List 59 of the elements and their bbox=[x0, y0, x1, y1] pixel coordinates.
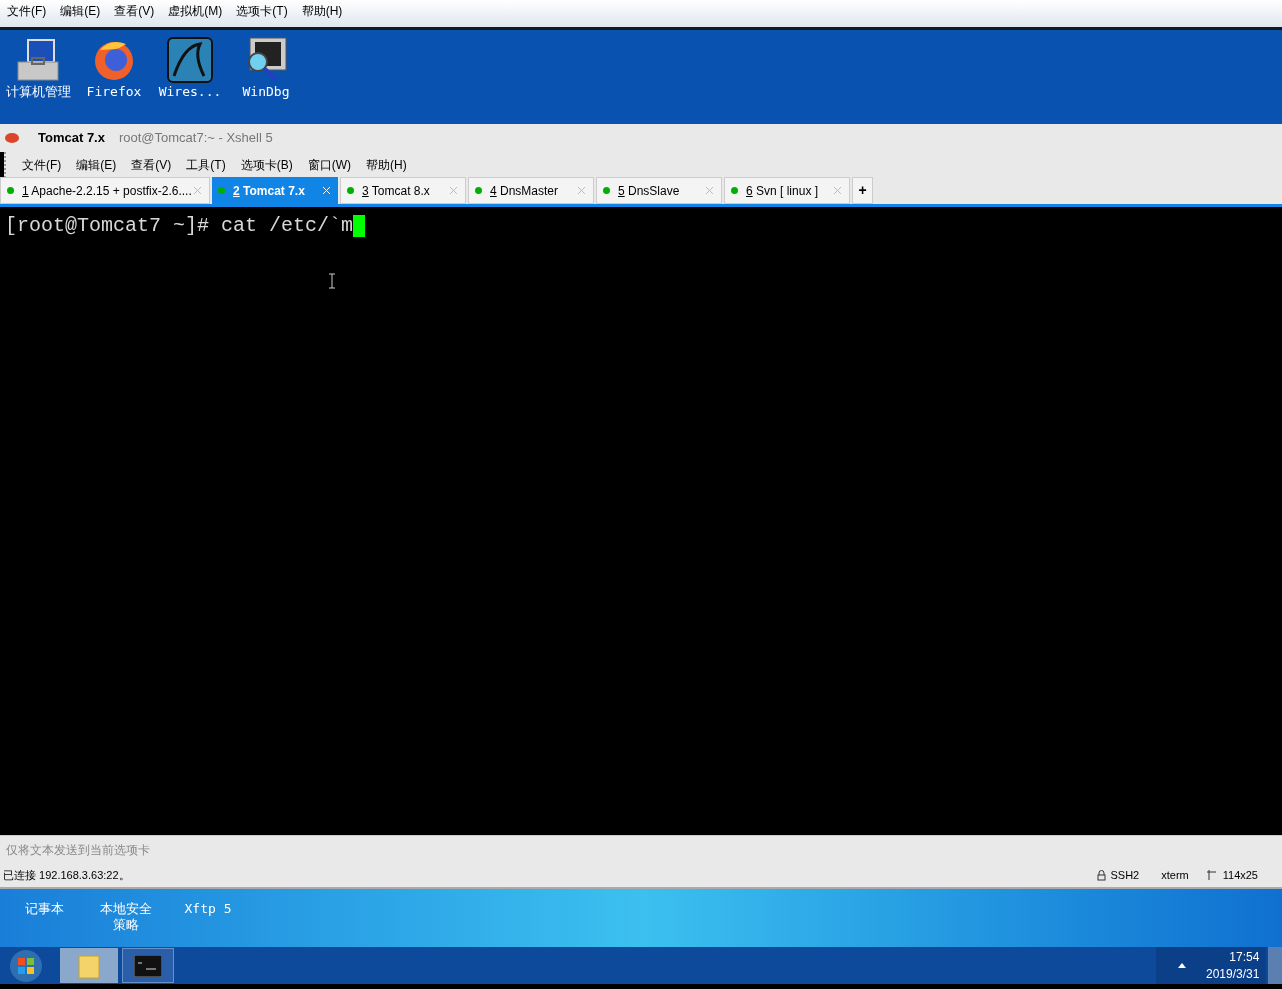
close-icon[interactable] bbox=[834, 187, 841, 194]
menu-item[interactable]: 窗口(W) bbox=[307, 156, 351, 174]
command-prompt-icon bbox=[134, 954, 162, 977]
menu-item[interactable]: 帮助(H) bbox=[366, 156, 407, 174]
clock-time: 17:54 bbox=[1229, 948, 1260, 966]
compose-input[interactable]: 仅将文本发送到当前选项卡 bbox=[6, 840, 406, 859]
compose-field[interactable]: 仅将文本发送到当前选项卡 bbox=[0, 835, 1282, 863]
terminal-cursor bbox=[353, 215, 366, 237]
menu-item[interactable]: 文件(F) bbox=[7, 2, 47, 20]
shell-logo-icon bbox=[4, 132, 20, 144]
menu-item[interactable]: 查看(V) bbox=[114, 2, 155, 20]
shark-fin-icon bbox=[166, 36, 214, 84]
desktop-icon-label[interactable]: WinDbg bbox=[232, 84, 300, 99]
menu-item[interactable]: 文件(F) bbox=[22, 156, 62, 174]
terminal-prompt: [root@Tomcat7 ~]# cat /etc/`m bbox=[5, 213, 354, 239]
close-icon[interactable] bbox=[578, 187, 585, 194]
desktop-icon-label[interactable]: 计算机管理 bbox=[4, 84, 72, 99]
close-icon[interactable] bbox=[194, 187, 201, 194]
connection-status: 已连接 192.168.3.63:22。 bbox=[3, 867, 131, 883]
session-tab[interactable]: 2 Tomcat 7.x bbox=[212, 177, 338, 204]
tab-label: 5 DnsSlave bbox=[618, 182, 681, 200]
menu-item[interactable]: 工具(T) bbox=[186, 156, 226, 174]
window-title: Tomcat 7.x bbox=[38, 129, 105, 148]
menu-item[interactable]: 选项卡(T) bbox=[236, 2, 288, 20]
session-tab[interactable]: 5 DnsSlave bbox=[596, 177, 722, 204]
tab-label: 3 Tomcat 8.x bbox=[362, 182, 431, 200]
menu-item[interactable]: 虚拟机(M) bbox=[168, 2, 223, 20]
tab-label: 1 Apache-2.2.15 + postfix-2.6.... bbox=[22, 182, 193, 200]
menu-item[interactable]: 选项卡(B) bbox=[240, 156, 293, 174]
close-icon[interactable] bbox=[706, 187, 713, 194]
session-tab[interactable]: 4 DnsMaster bbox=[468, 177, 594, 204]
lock-icon bbox=[1097, 869, 1107, 881]
tab-label: 4 DnsMaster bbox=[490, 182, 560, 200]
window-subtitle: root@Tomcat7:~ - Xshell 5 bbox=[118, 129, 273, 148]
terminal-size-label: 114x25 bbox=[1222, 867, 1258, 883]
new-tab-button[interactable]: + bbox=[852, 177, 873, 204]
desktop-icon-label[interactable]: 记事本 bbox=[12, 901, 76, 917]
menu-item[interactable]: 编辑(E) bbox=[60, 2, 101, 20]
terminal-type-label: xterm bbox=[1161, 867, 1189, 883]
resize-icon bbox=[1206, 870, 1217, 880]
text-cursor-icon bbox=[328, 273, 336, 289]
session-tab[interactable]: 6 Svn [ linux ] bbox=[724, 177, 850, 204]
close-icon[interactable] bbox=[450, 187, 457, 194]
menu-item[interactable]: 查看(V) bbox=[131, 156, 172, 174]
menu-item[interactable]: 编辑(E) bbox=[76, 156, 117, 174]
menu-item[interactable]: 帮助(H) bbox=[301, 2, 343, 20]
show-desktop-button[interactable] bbox=[1268, 947, 1282, 984]
toolbox-computer-icon bbox=[14, 36, 62, 84]
desktop-icon-label[interactable]: Wires... bbox=[156, 84, 224, 99]
clock-date: 2019/3/31 bbox=[1206, 965, 1260, 983]
protocol-label: SSH2 bbox=[1110, 867, 1140, 883]
show-hidden-icons-icon[interactable] bbox=[1178, 963, 1186, 968]
session-tab[interactable]: 3 Tomcat 8.x bbox=[340, 177, 466, 204]
tab-label: 2 Tomcat 7.x bbox=[233, 182, 306, 200]
session-tab[interactable]: 1 Apache-2.2.15 + postfix-2.6.... bbox=[0, 177, 210, 204]
taskbar-button[interactable] bbox=[122, 948, 174, 983]
desktop-icon-label[interactable]: Firefox bbox=[80, 84, 148, 99]
desktop-icon-label[interactable]: 本地安全策略 bbox=[94, 901, 158, 933]
tab-label: 6 Svn [ linux ] bbox=[746, 182, 820, 200]
